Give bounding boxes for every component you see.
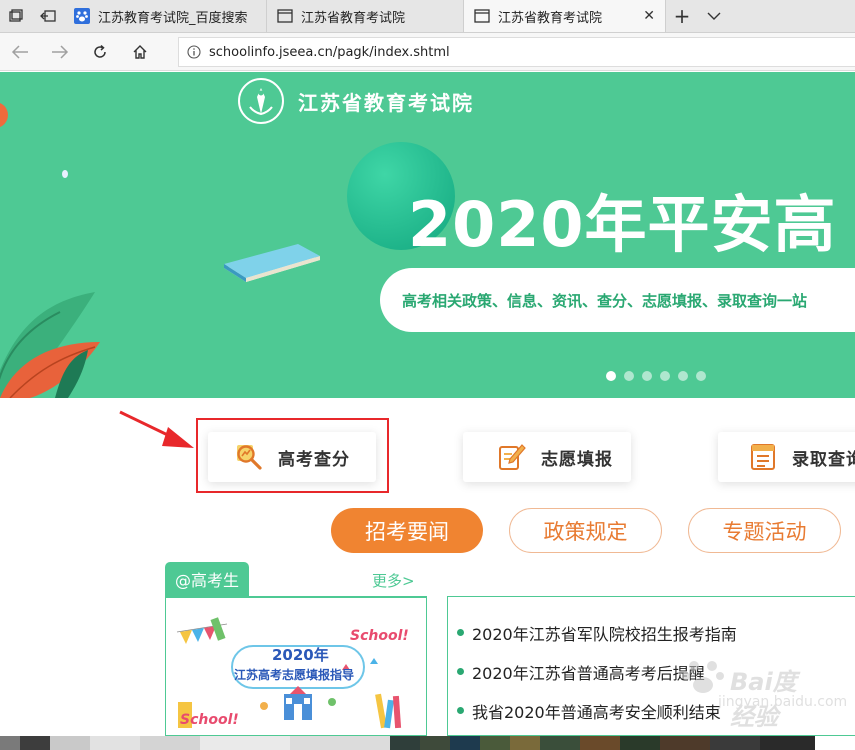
tab-special-events[interactable]: 专题活动 (688, 508, 841, 553)
news-title[interactable]: 2020年江苏省军队院校招生报考指南 (472, 621, 737, 645)
info-icon[interactable] (179, 45, 209, 59)
guide-poster[interactable]: 2020年 江苏高考志愿填报指导 School! School! (172, 602, 422, 734)
application-fill-button[interactable]: 志愿填报 (463, 432, 631, 482)
bullet-icon (457, 629, 464, 636)
gaokao-student-tab[interactable]: @高考生 (165, 562, 249, 596)
poster-school-text: School! (350, 628, 409, 644)
decorative-leaf (0, 102, 8, 128)
tab-label: 江苏省教育考试院 (498, 10, 603, 26)
carousel-dot[interactable] (642, 371, 652, 381)
chevron-down-icon[interactable] (698, 0, 730, 32)
admission-query-button[interactable]: 录取查询 (718, 432, 855, 482)
browser-tab-bar: 江苏教育考试院_百度搜索 江苏省教育考试院 江苏省教育考试院 ✕ + (0, 0, 855, 33)
home-button[interactable] (120, 33, 160, 71)
score-query-button[interactable]: 高考查分 (208, 432, 376, 482)
url-text: schoolinfo.jseea.cn/pagk/index.shtml (209, 44, 450, 60)
list-document-icon (748, 442, 778, 472)
tab-label: 江苏教育考试院_百度搜索 (98, 10, 248, 26)
emblem-icon (238, 78, 284, 124)
carousel-dot[interactable] (696, 371, 706, 381)
tab-baidu-search[interactable]: 江苏教育考试院_百度搜索 (64, 0, 267, 32)
news-title[interactable]: 2020年江苏省普通高考考后提醒 (472, 660, 705, 684)
refresh-button[interactable] (80, 33, 120, 71)
hero-banner[interactable]: 江苏省教育考试院 2020年平安高 高考相关政策、信息、资讯、查分、志愿填报、录… (0, 72, 855, 398)
tab-exam-news[interactable]: 招考要闻 (331, 508, 483, 553)
banner-subline-pill: 高考相关政策、信息、资讯、查分、志愿填报、录取查询一站 (380, 268, 855, 332)
close-tab-icon[interactable]: ✕ (643, 8, 655, 24)
tab-policy[interactable]: 政策规定 (509, 508, 662, 553)
decorative-dot (62, 170, 68, 178)
news-item[interactable]: 2020年江苏省军队院校招生报考指南 (448, 613, 855, 652)
carousel-dot[interactable] (624, 371, 634, 381)
more-link[interactable]: 更多> (372, 570, 415, 591)
tab-preview-icon[interactable] (0, 0, 32, 32)
quick-link-label: 高考查分 (278, 449, 350, 470)
set-tabs-aside-icon[interactable] (32, 0, 64, 32)
address-bar[interactable]: schoolinfo.jseea.cn/pagk/index.shtml (178, 37, 855, 67)
watermark-url: jingyan.baidu.com (718, 694, 848, 710)
back-button[interactable] (0, 33, 40, 71)
annotation-arrow-icon (119, 410, 194, 448)
page-icon (277, 8, 293, 24)
site-logo[interactable]: 江苏省教育考试院 (238, 78, 474, 124)
tab-jseea-1[interactable]: 江苏省教育考试院 (267, 0, 464, 32)
carousel-indicators (606, 371, 706, 381)
magnifier-chart-icon (234, 442, 264, 472)
poster-school-text: School! (180, 712, 239, 728)
bullet-icon (457, 707, 464, 714)
bullet-icon (457, 668, 464, 675)
poster-year: 2020年 (272, 646, 329, 664)
forward-button[interactable] (40, 33, 80, 71)
poster-title: 江苏高考志愿填报指导 (234, 668, 355, 682)
baidu-paw-icon (74, 8, 90, 24)
navigation-bar: schoolinfo.jseea.cn/pagk/index.shtml (0, 33, 855, 71)
pencil-form-icon (497, 442, 527, 472)
gaokao-card[interactable]: 2020年 江苏高考志愿填报指导 School! School! (165, 596, 427, 736)
site-name: 江苏省教育考试院 (298, 90, 474, 115)
banner-subline: 高考相关政策、信息、资讯、查分、志愿填报、录取查询一站 (402, 292, 808, 310)
paw-watermark-icon (682, 661, 724, 693)
quick-link-label: 录取查询 (792, 449, 855, 470)
banner-headline: 2020年平安高 (408, 188, 837, 261)
tab-label: 江苏省教育考试院 (301, 10, 406, 26)
quick-link-label: 志愿填报 (541, 449, 613, 470)
new-tab-button[interactable]: + (666, 0, 698, 32)
carousel-dot[interactable] (606, 371, 616, 381)
carousel-dot[interactable] (678, 371, 688, 381)
book-illustration (222, 240, 322, 290)
taskbar-strip (0, 736, 855, 750)
baidu-jingyan-watermark: Bai度 经验 jingyan.baidu.com (680, 654, 847, 731)
foliage-illustration (0, 292, 100, 398)
page-icon (474, 8, 490, 24)
carousel-dot[interactable] (660, 371, 670, 381)
tab-jseea-active[interactable]: 江苏省教育考试院 ✕ (464, 0, 666, 32)
